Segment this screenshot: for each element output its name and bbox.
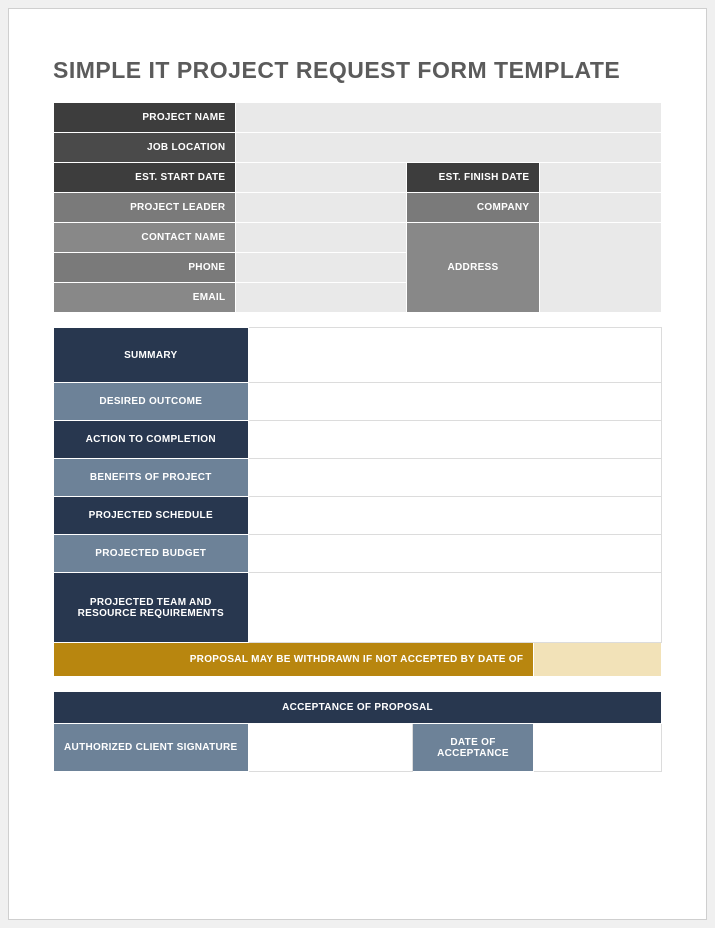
label-email: EMAIL	[54, 283, 236, 313]
field-withdrawal-date[interactable]	[534, 643, 662, 677]
label-address: ADDRESS	[406, 223, 540, 313]
field-contact-name[interactable]	[236, 223, 406, 253]
label-est-start-date: EST. START DATE	[54, 163, 236, 193]
field-address[interactable]	[540, 223, 662, 313]
field-team-resource[interactable]	[248, 573, 661, 643]
label-date-acceptance: DATE OF ACCEPTANCE	[412, 724, 534, 772]
label-est-finish-date: EST. FINISH DATE	[406, 163, 540, 193]
details-table: SUMMARY DESIRED OUTCOME ACTION TO COMPLE…	[53, 327, 662, 677]
field-projected-schedule[interactable]	[248, 497, 661, 535]
field-company[interactable]	[540, 193, 662, 223]
label-team-resource: PROJECTED TEAM AND RESOURCE REQUIREMENTS	[54, 573, 249, 643]
field-email[interactable]	[236, 283, 406, 313]
header-table: PROJECT NAME JOB LOCATION EST. START DAT…	[53, 102, 662, 313]
page: SIMPLE IT PROJECT REQUEST FORM TEMPLATE …	[8, 8, 707, 920]
field-action-to-completion[interactable]	[248, 421, 661, 459]
label-signature: AUTHORIZED CLIENT SIGNATURE	[54, 724, 249, 772]
label-acceptance-header: ACCEPTANCE OF PROPOSAL	[54, 692, 662, 724]
page-title: SIMPLE IT PROJECT REQUEST FORM TEMPLATE	[53, 57, 662, 84]
field-projected-budget[interactable]	[248, 535, 661, 573]
acceptance-table: ACCEPTANCE OF PROPOSAL AUTHORIZED CLIENT…	[53, 691, 662, 772]
label-action-to-completion: ACTION TO COMPLETION	[54, 421, 249, 459]
field-phone[interactable]	[236, 253, 406, 283]
label-project-leader: PROJECT LEADER	[54, 193, 236, 223]
label-phone: PHONE	[54, 253, 236, 283]
label-company: COMPANY	[406, 193, 540, 223]
label-summary: SUMMARY	[54, 328, 249, 383]
label-projected-budget: PROJECTED BUDGET	[54, 535, 249, 573]
field-signature[interactable]	[248, 724, 412, 772]
field-project-name[interactable]	[236, 103, 662, 133]
label-benefits: BENEFITS OF PROJECT	[54, 459, 249, 497]
label-projected-schedule: PROJECTED SCHEDULE	[54, 497, 249, 535]
field-job-location[interactable]	[236, 133, 662, 163]
field-benefits[interactable]	[248, 459, 661, 497]
field-desired-outcome[interactable]	[248, 383, 661, 421]
label-project-name: PROJECT NAME	[54, 103, 236, 133]
field-summary[interactable]	[248, 328, 661, 383]
field-est-finish-date[interactable]	[540, 163, 662, 193]
label-job-location: JOB LOCATION	[54, 133, 236, 163]
label-desired-outcome: DESIRED OUTCOME	[54, 383, 249, 421]
label-withdrawal-notice: PROPOSAL MAY BE WITHDRAWN IF NOT ACCEPTE…	[54, 643, 534, 677]
field-est-start-date[interactable]	[236, 163, 406, 193]
label-contact-name: CONTACT NAME	[54, 223, 236, 253]
field-date-acceptance[interactable]	[534, 724, 662, 772]
field-project-leader[interactable]	[236, 193, 406, 223]
